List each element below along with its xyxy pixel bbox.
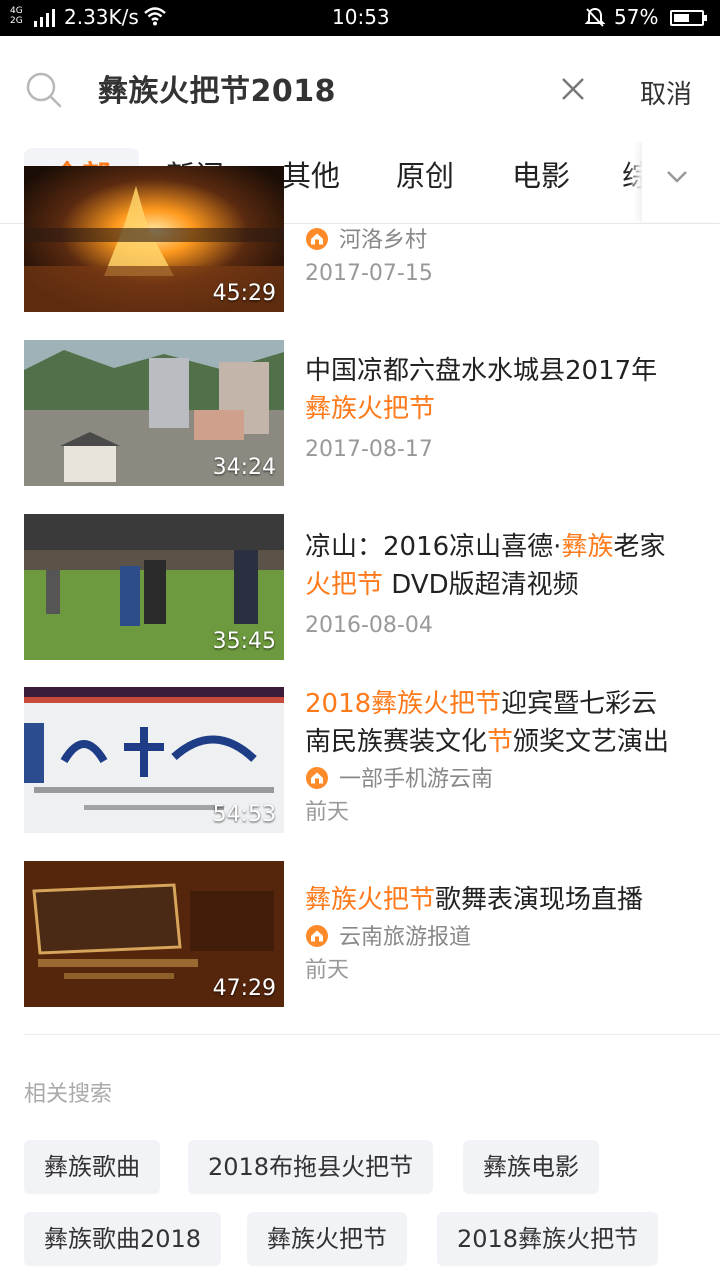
- channel-home-icon: [306, 228, 328, 250]
- video-date: 前天: [305, 958, 350, 983]
- video-duration: 47:29: [212, 976, 276, 1001]
- video-duration: 54:53: [212, 802, 276, 827]
- video-date: 前天: [305, 800, 350, 825]
- video-item[interactable]: 34:24 中国凉都六盘水水城县2017年 彝族火把节 2017-08-17: [0, 340, 720, 486]
- battery-percent: 57%: [614, 5, 659, 29]
- video-source: 一部手机游云南: [305, 763, 705, 797]
- divider: [24, 1034, 720, 1035]
- search-icon: [26, 72, 62, 108]
- video-thumbnail[interactable]: 35:45: [24, 514, 284, 660]
- channel-home-icon: [306, 925, 328, 947]
- video-date: 2017-08-17: [305, 437, 433, 462]
- related-search-chip[interactable]: 彝族歌曲2018: [24, 1212, 222, 1266]
- related-search-chip[interactable]: 彝族火把节: [247, 1212, 407, 1266]
- related-search-chip[interactable]: 彝族歌曲: [24, 1140, 160, 1194]
- network-type: 4G 2G: [10, 6, 23, 26]
- video-item[interactable]: 35:45 凉山：2016凉山喜德·彝族老家 火把节 DVD版超清视频 2016…: [0, 514, 720, 660]
- video-item[interactable]: 47:29 彝族火把节歌舞表演现场直播 云南旅游报道 前天: [0, 861, 720, 1007]
- cancel-button[interactable]: 取消: [640, 74, 692, 111]
- video-title: 中国凉都六盘水水城县2017年 彝族火把节: [305, 356, 658, 424]
- video-item[interactable]: 54:53 2018彝族火把节迎宾暨七彩云 南民族赛装文化节颁奖文艺演出 一部手…: [0, 687, 720, 833]
- battery-icon: [670, 10, 707, 26]
- mute-bell-icon: [584, 7, 606, 27]
- search-input[interactable]: 彝族火把节2018: [98, 66, 336, 110]
- video-title: 彝族火把节歌舞表演现场直播: [305, 885, 644, 915]
- search-bar: 彝族火把节2018 取消: [0, 36, 720, 142]
- related-search-chip[interactable]: 2018布拖县火把节: [188, 1140, 434, 1194]
- video-item[interactable]: 45:29 河洛乡村 2017-07-15: [0, 166, 720, 312]
- video-thumbnail[interactable]: 45:29: [24, 166, 284, 312]
- wifi-icon: [144, 7, 166, 26]
- related-search-chip[interactable]: 彝族电影: [463, 1140, 599, 1194]
- video-thumbnail[interactable]: 47:29: [24, 861, 284, 1007]
- related-searches-title: 相关搜索: [24, 1082, 113, 1107]
- video-date: 2017-07-15: [305, 261, 433, 286]
- related-search-chip[interactable]: 2018彝族火把节: [437, 1212, 659, 1266]
- video-date: 2016-08-04: [305, 613, 433, 638]
- video-duration: 45:29: [212, 281, 276, 306]
- video-thumbnail[interactable]: 54:53: [24, 687, 284, 833]
- video-title: 2018彝族火把节迎宾暨七彩云 南民族赛装文化节颁奖文艺演出: [305, 689, 670, 757]
- channel-home-icon: [306, 767, 328, 789]
- signal-icon: [34, 9, 55, 27]
- status-bar: 4G 2G 2.33K/s 10:53 57%: [0, 0, 720, 36]
- video-title: 凉山：2016凉山喜德·彝族老家 火把节 DVD版超清视频: [305, 532, 666, 600]
- video-duration: 35:45: [212, 629, 276, 654]
- network-speed: 2.33K/s: [64, 5, 139, 29]
- video-thumbnail[interactable]: 34:24: [24, 340, 284, 486]
- video-source: 河洛乡村: [305, 224, 705, 258]
- clock: 10:53: [332, 5, 390, 29]
- clear-icon[interactable]: [558, 74, 588, 104]
- video-source: 云南旅游报道: [305, 921, 705, 955]
- video-duration: 34:24: [212, 455, 276, 480]
